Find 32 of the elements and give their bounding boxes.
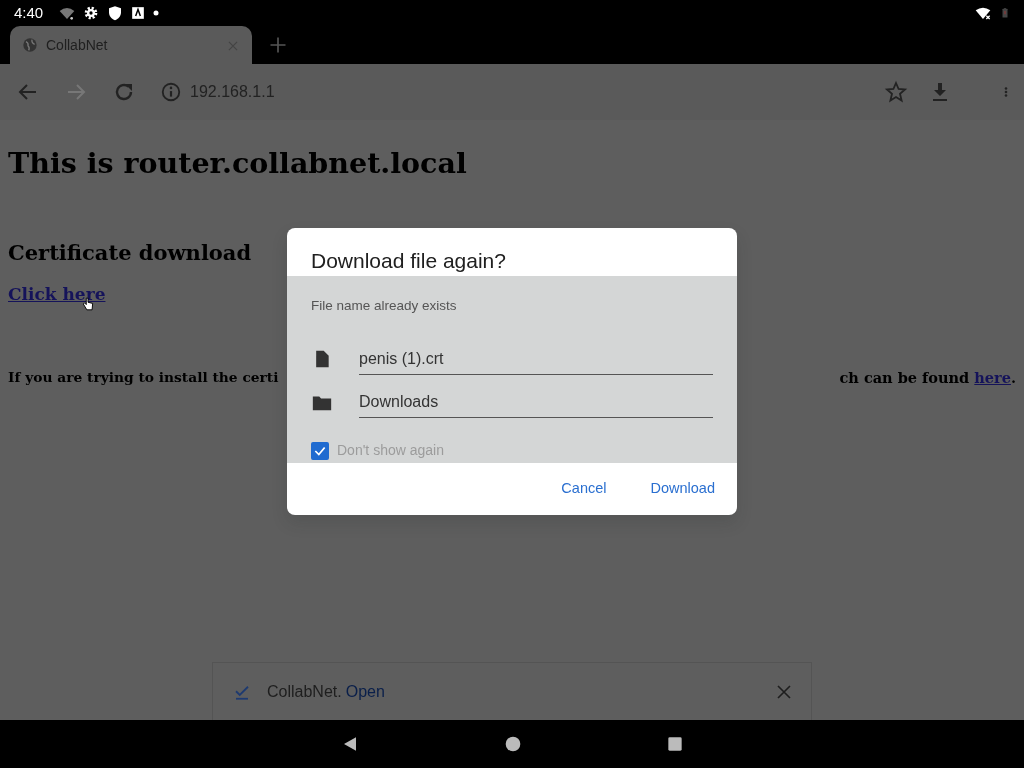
link[interactable]: here (974, 369, 1011, 387)
shield-icon (107, 5, 124, 21)
globe-icon (22, 37, 38, 53)
home-icon[interactable] (505, 736, 521, 752)
recents-icon[interactable] (667, 736, 683, 752)
star-icon[interactable] (884, 80, 908, 104)
dialog-button[interactable]: Cancel (559, 472, 609, 506)
dialog-button[interactable]: Download (648, 472, 717, 506)
checkbox[interactable] (311, 441, 329, 460)
section-heading: Certificate download (8, 238, 252, 267)
checkbox-label: Don't show again (337, 441, 444, 461)
paragraph-text: If you are trying to install the certi (8, 368, 279, 388)
paragraph-text: ch can be found here. (839, 368, 1016, 389)
dialog-title: Download file again? (310, 248, 507, 274)
wifi-icon (974, 5, 992, 21)
gear-icon (83, 5, 100, 21)
dot-icon (153, 10, 160, 16)
input-field[interactable]: Downloads (359, 384, 713, 419)
download-name: CollabNet. (267, 681, 342, 702)
info-icon[interactable] (160, 81, 182, 103)
link[interactable]: Click here (8, 284, 106, 305)
new-tab-icon[interactable] (268, 35, 288, 55)
browser-tab[interactable]: CollabNet (10, 26, 252, 64)
input-field[interactable]: penis (1).crt (359, 341, 713, 376)
wifi-icon (59, 5, 76, 21)
close-icon[interactable] (775, 682, 793, 701)
letter-icon (131, 6, 146, 20)
address-field[interactable]: 192.168.1.1 (190, 80, 275, 104)
dialog-message: File name already exists (311, 297, 458, 315)
page-heading: This is router.collabnet.local (8, 145, 467, 182)
clock-time: 4:40 (14, 2, 44, 23)
open-link[interactable]: Open (345, 679, 385, 704)
